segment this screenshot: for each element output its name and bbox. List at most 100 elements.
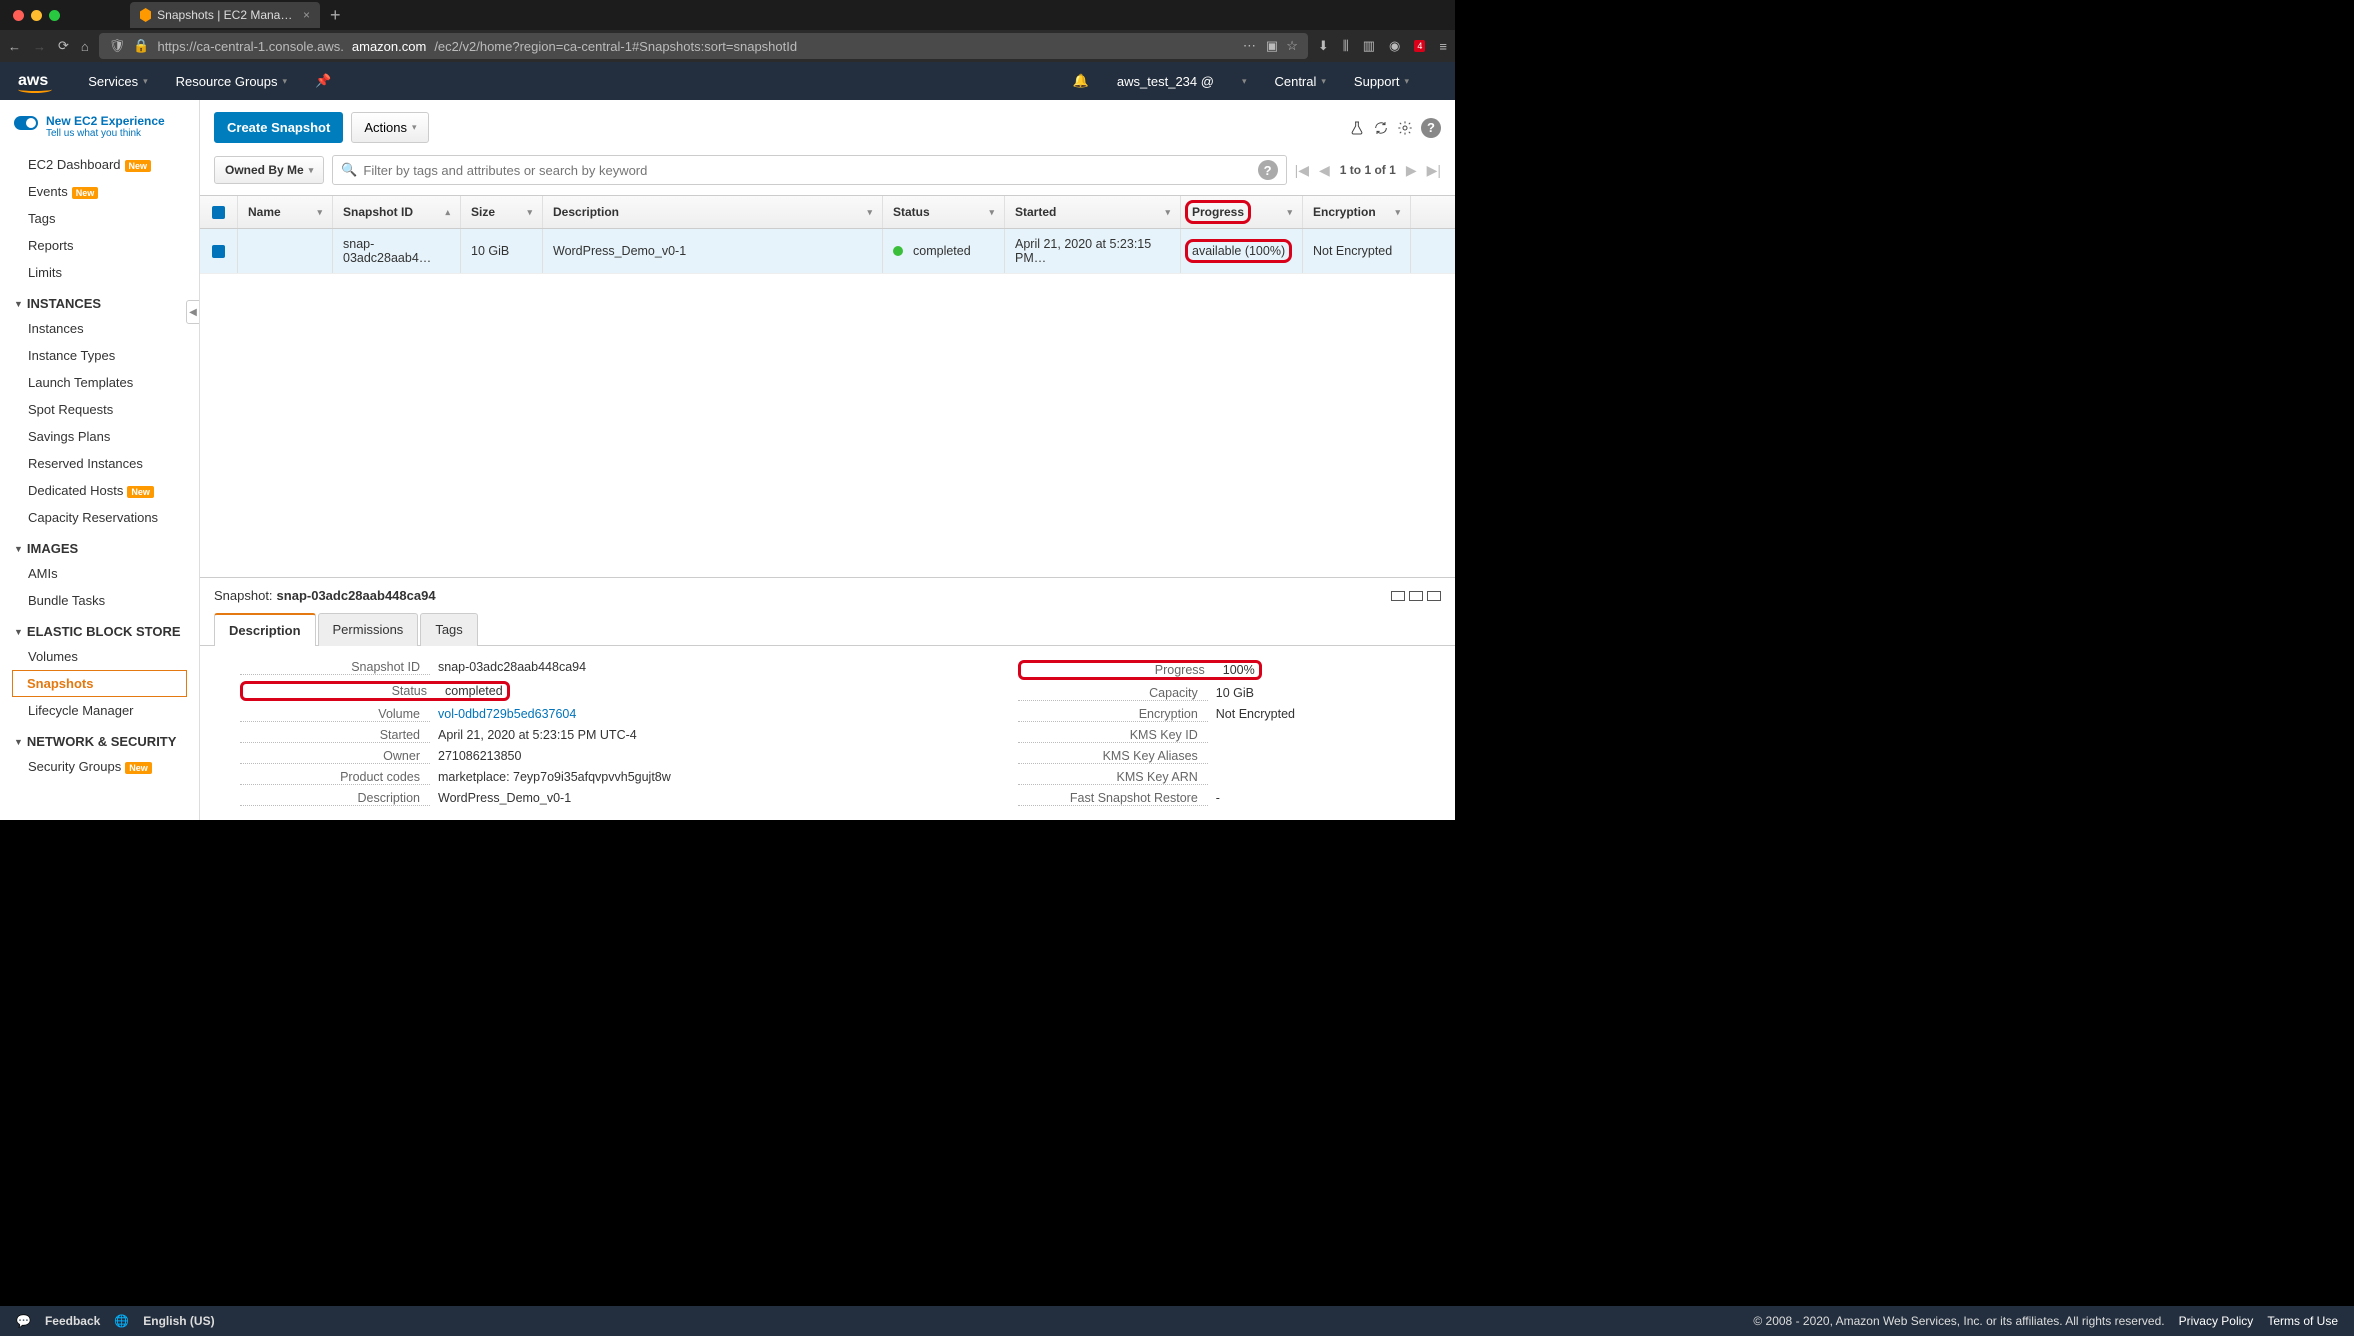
language-selector[interactable]: English (US) <box>143 1314 214 1328</box>
v-owner: 271086213850 <box>438 749 521 764</box>
reader-icon[interactable]: ▣ <box>1266 38 1278 54</box>
back-button[interactable]: ← <box>8 39 21 54</box>
bookmark-star-icon[interactable]: ☆ <box>1286 38 1298 54</box>
address-bar: ← → ⟳ ⌂ 🛡 🔒 https://ca-central-1.console… <box>0 30 1455 62</box>
sidebar: New EC2 Experience Tell us what you thin… <box>0 100 200 820</box>
feedback-link[interactable]: Feedback <box>45 1314 100 1328</box>
sidebar-ec2-dashboard[interactable]: EC2 DashboardNew <box>0 151 199 178</box>
new-experience-subtitle[interactable]: Tell us what you think <box>46 128 165 139</box>
v-description: WordPress_Demo_v0-1 <box>438 791 571 806</box>
v-volume[interactable]: vol-0dbd729b5ed637604 <box>438 707 576 722</box>
page-first-icon[interactable]: |◀ <box>1295 162 1309 179</box>
page-actions-icon[interactable]: ⋯ <box>1243 38 1258 54</box>
k-owner: Owner <box>240 749 430 764</box>
k-description: Description <box>240 791 430 806</box>
col-name[interactable]: Name▾ <box>238 196 333 228</box>
tab-permissions[interactable]: Permissions <box>318 613 419 646</box>
sidebar-volumes[interactable]: Volumes <box>0 643 199 670</box>
sidebar-dedicated-hosts[interactable]: Dedicated HostsNew <box>0 477 199 504</box>
sidebar-events[interactable]: EventsNew <box>0 178 199 205</box>
pin-icon[interactable]: 📌 <box>315 73 331 89</box>
tab-tags[interactable]: Tags <box>420 613 477 646</box>
sidebar-reports[interactable]: Reports <box>0 232 199 259</box>
close-window-icon[interactable] <box>13 10 24 21</box>
col-size[interactable]: Size▾ <box>461 196 543 228</box>
refresh-icon[interactable] <box>1373 120 1389 136</box>
col-status[interactable]: Status▾ <box>883 196 1005 228</box>
url-bar[interactable]: 🛡 🔒 https://ca-central-1.console.aws.ama… <box>99 33 1308 59</box>
aws-logo[interactable]: aws <box>18 72 48 90</box>
reload-button[interactable]: ⟳ <box>58 38 69 54</box>
extension-badge-icon[interactable]: 4 <box>1414 40 1425 52</box>
menu-icon[interactable]: ≡ <box>1439 39 1447 54</box>
account-icon[interactable]: ◉ <box>1389 38 1400 54</box>
col-snapshot-id[interactable]: Snapshot ID▴ <box>333 196 461 228</box>
settings-gear-icon[interactable] <box>1397 120 1413 136</box>
downloads-icon[interactable]: ⬇ <box>1318 38 1329 54</box>
sidebar-network-security-header[interactable]: NETWORK & SECURITY <box>0 724 199 753</box>
maximize-window-icon[interactable] <box>49 10 60 21</box>
sidebar-lifecycle-manager[interactable]: Lifecycle Manager <box>0 697 199 724</box>
shield-icon: 🛡 <box>109 38 126 54</box>
privacy-link[interactable]: Privacy Policy <box>2179 1314 2254 1328</box>
sidebar-spot-requests[interactable]: Spot Requests <box>0 396 199 423</box>
sidebar-tags[interactable]: Tags <box>0 205 199 232</box>
home-button[interactable]: ⌂ <box>81 39 89 54</box>
close-tab-icon[interactable]: × <box>303 8 310 22</box>
sidebar-snapshots[interactable]: Snapshots <box>12 670 187 697</box>
detail-title-id: snap-03adc28aab448ca94 <box>277 588 436 603</box>
minimize-window-icon[interactable] <box>31 10 42 21</box>
col-progress[interactable]: Progress▾ <box>1181 196 1303 228</box>
sidebar-savings-plans[interactable]: Savings Plans <box>0 423 199 450</box>
select-all-checkbox[interactable] <box>212 206 225 219</box>
page-last-icon[interactable]: ▶| <box>1427 162 1441 179</box>
toggle-switch-icon[interactable] <box>14 116 38 130</box>
page-prev-icon[interactable]: ◀ <box>1319 162 1330 179</box>
experiments-icon[interactable] <box>1349 120 1365 136</box>
sidebar-limits[interactable]: Limits <box>0 259 199 286</box>
create-snapshot-button[interactable]: Create Snapshot <box>214 112 343 143</box>
sidebar-instance-types[interactable]: Instance Types <box>0 342 199 369</box>
sidebar-launch-templates[interactable]: Launch Templates <box>0 369 199 396</box>
col-started[interactable]: Started▾ <box>1005 196 1181 228</box>
new-experience-toggle[interactable]: New EC2 Experience Tell us what you thin… <box>0 110 199 151</box>
ownership-filter-dropdown[interactable]: Owned By Me▾ <box>214 156 324 184</box>
panel-layout-icons[interactable] <box>1391 591 1441 601</box>
account-menu[interactable]: aws_test_234 @ <box>1117 74 1214 89</box>
sidebar-icon[interactable]: ▥ <box>1363 38 1375 54</box>
support-menu[interactable]: Support▾ <box>1354 74 1409 89</box>
sidebar-reserved-instances[interactable]: Reserved Instances <box>0 450 199 477</box>
notifications-icon[interactable]: 🔔 <box>1073 73 1089 89</box>
browser-tab[interactable]: Snapshots | EC2 Management C × <box>130 2 320 28</box>
library-icon[interactable]: ⫼ <box>1343 38 1349 54</box>
sidebar-ebs-header[interactable]: ELASTIC BLOCK STORE <box>0 614 199 643</box>
sidebar-capacity-reservations[interactable]: Capacity Reservations <box>0 504 199 531</box>
row-checkbox[interactable] <box>212 245 225 258</box>
tab-description[interactable]: Description <box>214 613 316 646</box>
terms-link[interactable]: Terms of Use <box>2267 1314 2338 1328</box>
account-caret[interactable]: ▾ <box>1242 76 1247 87</box>
actions-menu-button[interactable]: Actions▾ <box>351 112 429 143</box>
sidebar-instances-header[interactable]: INSTANCES <box>0 286 199 315</box>
col-description[interactable]: Description▾ <box>543 196 883 228</box>
col-encryption[interactable]: Encryption▾ <box>1303 196 1411 228</box>
new-tab-button[interactable]: + <box>330 5 341 26</box>
table-header: Name▾ Snapshot ID▴ Size▾ Description▾ St… <box>200 196 1455 229</box>
sidebar-instances[interactable]: Instances <box>0 315 199 342</box>
search-box[interactable]: 🔍 ? <box>332 155 1286 185</box>
services-menu[interactable]: Services▾ <box>88 74 147 89</box>
globe-icon[interactable]: 🌐 <box>114 1314 129 1328</box>
sidebar-security-groups[interactable]: Security GroupsNew <box>0 753 199 780</box>
search-input[interactable] <box>363 163 1251 178</box>
help-icon[interactable]: ? <box>1421 118 1441 138</box>
feedback-icon[interactable]: 💬 <box>16 1314 31 1328</box>
collapse-sidebar-icon[interactable]: ◀ <box>186 300 200 324</box>
resource-groups-menu[interactable]: Resource Groups▾ <box>176 74 287 89</box>
sidebar-images-header[interactable]: IMAGES <box>0 531 199 560</box>
filter-help-icon[interactable]: ? <box>1258 160 1278 180</box>
page-next-icon[interactable]: ▶ <box>1406 162 1417 179</box>
table-row[interactable]: snap-03adc28aab4… 10 GiB WordPress_Demo_… <box>200 229 1455 274</box>
sidebar-amis[interactable]: AMIs <box>0 560 199 587</box>
region-menu[interactable]: Central▾ <box>1274 74 1325 89</box>
sidebar-bundle-tasks[interactable]: Bundle Tasks <box>0 587 199 614</box>
